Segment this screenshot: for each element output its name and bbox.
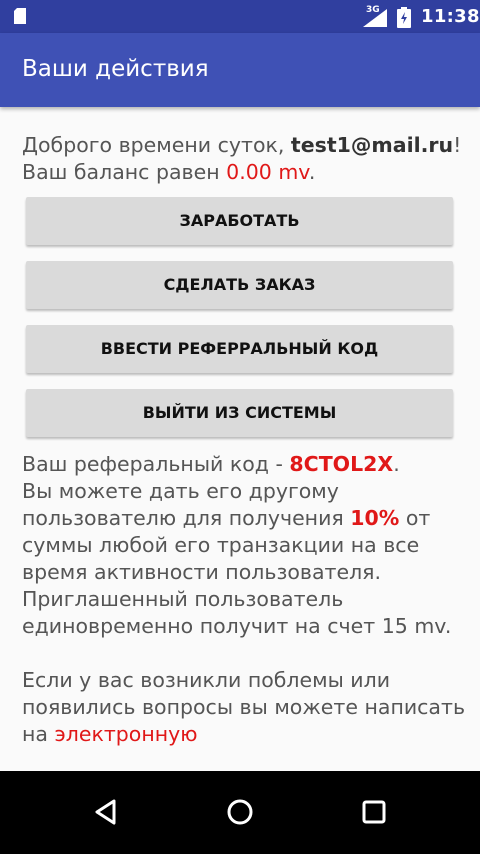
problems-paragraph: Если у вас возникли поблемы или появилис… [22, 667, 467, 748]
status-time: 11:38 [421, 6, 480, 27]
referral-suffix: . [393, 452, 400, 476]
user-email: test1@mail.ru [290, 133, 454, 157]
balance-prefix: Ваш баланс равен [22, 160, 227, 184]
greeting-text: Доброго времени суток, test1@mail.ru! Ва… [22, 132, 467, 186]
page-title: Ваши действия [22, 56, 209, 82]
battery-charging-icon [397, 7, 411, 28]
logout-button[interactable]: ВЫЙТИ ИЗ СИСТЕМЫ [26, 389, 453, 437]
sd-card-icon [14, 8, 26, 24]
greeting-suffix: ! [453, 133, 462, 157]
earn-button[interactable]: ЗАРАБОТАТЬ [26, 197, 453, 245]
make-order-button[interactable]: СДЕЛАТЬ ЗАКАЗ [26, 261, 453, 309]
app-bar: Ваши действия [0, 33, 480, 107]
enter-referral-code-button[interactable]: ВВЕСТИ РЕФЕРРАЛЬНЫЙ КОД [26, 325, 453, 373]
balance-suffix: . [308, 160, 316, 184]
referral-prefix: Ваш реферальный код - [22, 452, 290, 476]
referral-paragraph: Ваш реферальный код - 8CTOL2X. Вы можете … [22, 451, 467, 640]
navigation-bar [0, 771, 480, 854]
status-bar: 3G 11:38 [0, 0, 480, 33]
greeting-prefix: Доброго времени суток, [22, 133, 291, 157]
back-icon[interactable] [92, 798, 120, 826]
signal-icon [363, 9, 387, 27]
recent-apps-icon[interactable] [361, 799, 387, 825]
referral-code: 8CTOL2X [289, 452, 394, 476]
referral-give-text: Вы можете дать его другому пользователю … [22, 479, 351, 530]
referral-info-text: Ваш реферальный код - 8CTOL2X. Вы можете … [22, 451, 467, 748]
referral-percent: 10% [350, 506, 400, 530]
main-content[interactable]: Доброго времени суток, test1@mail.ru! Ва… [0, 107, 480, 771]
home-icon[interactable] [226, 798, 254, 826]
balance-value: 0.00 mv [226, 160, 309, 184]
problems-email-link[interactable]: электронную [54, 722, 197, 746]
